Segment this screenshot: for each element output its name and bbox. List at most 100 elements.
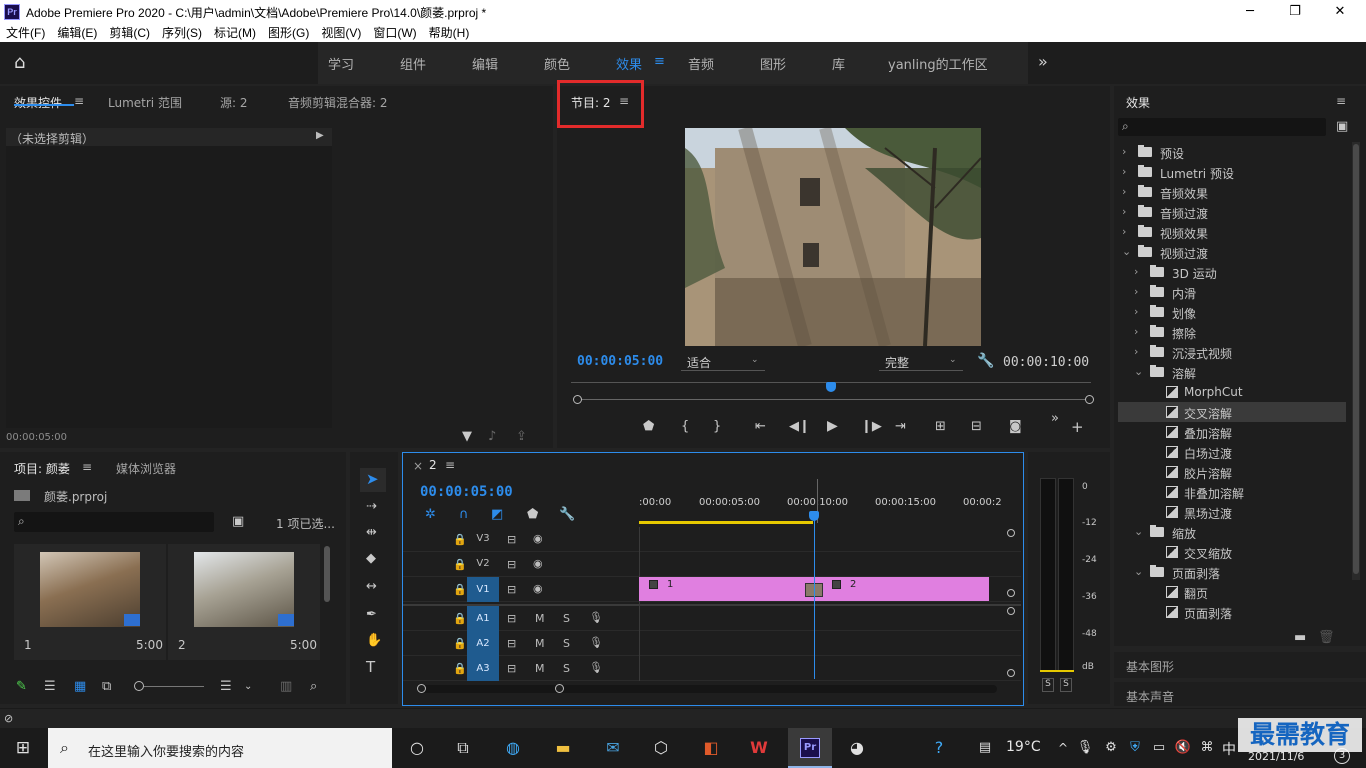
- effects-search-input[interactable]: ⌕: [1118, 118, 1326, 136]
- go-to-out-icon[interactable]: ⇥: [895, 420, 906, 434]
- h-scroll-handle-right[interactable]: [555, 684, 564, 693]
- effects-tree-item[interactable]: ⌄ 溶解: [1118, 362, 1346, 382]
- mute-button[interactable]: M: [535, 612, 545, 625]
- track-v2[interactable]: 🔒 V2 ⊟ ◉: [403, 552, 1021, 577]
- windows-start-icon[interactable]: ⊞: [10, 736, 36, 760]
- chevron-right-icon[interactable]: ›: [1122, 185, 1126, 198]
- security-icon[interactable]: ⛨: [1122, 736, 1148, 760]
- a-scroll-handle[interactable]: [1007, 669, 1015, 677]
- effects-tree-item[interactable]: › 视频效果: [1118, 222, 1346, 242]
- tab-media-browser[interactable]: 媒体浏览器: [116, 460, 176, 477]
- menu-help[interactable]: 帮助(H): [423, 24, 476, 42]
- timeline-timecode[interactable]: 00:00:05:00: [420, 484, 513, 500]
- chevron-down-icon[interactable]: ⌄: [1134, 525, 1143, 538]
- chevron-right-icon[interactable]: ›: [1134, 265, 1138, 278]
- sync-lock-icon[interactable]: ⊟: [507, 662, 516, 675]
- close-tab-icon[interactable]: ×: [413, 459, 423, 473]
- input-method-icon[interactable]: ⌘: [1194, 736, 1220, 760]
- menu-view[interactable]: 视图(V): [315, 24, 367, 42]
- chevron-right-icon[interactable]: ›: [1122, 205, 1126, 218]
- work-area-bar[interactable]: [639, 521, 813, 524]
- track-label[interactable]: A2: [467, 631, 499, 656]
- step-back-icon[interactable]: ◀❙: [789, 420, 810, 434]
- a-scroll-handle[interactable]: [1007, 607, 1015, 615]
- essential-sound-panel[interactable]: 基本声音: [1114, 682, 1366, 706]
- solo-right-button[interactable]: S: [1060, 678, 1072, 692]
- slip-tool-icon[interactable]: ↔: [366, 580, 377, 594]
- chevron-down-icon[interactable]: ⌄: [1134, 565, 1143, 578]
- hand-tool-icon[interactable]: ✋: [366, 634, 382, 648]
- effects-tree-item[interactable]: 页面剥落: [1118, 602, 1346, 622]
- close-icon[interactable]: ✕: [1330, 2, 1350, 22]
- effects-tree-item[interactable]: 非叠加溶解: [1118, 482, 1346, 502]
- timeline-h-scrollbar[interactable]: [417, 685, 997, 693]
- menu-graphics[interactable]: 图形(G): [262, 24, 315, 42]
- find-icon[interactable]: ⌕: [310, 680, 317, 694]
- tab-effects[interactable]: 效果: [1126, 94, 1150, 111]
- effects-tree-item[interactable]: › 沉浸式视频: [1118, 342, 1346, 362]
- sequence-menu-icon[interactable]: ≡: [445, 458, 455, 472]
- volume-mute-icon[interactable]: 🔇: [1170, 736, 1196, 760]
- more-buttons-icon[interactable]: »: [1051, 412, 1059, 426]
- lift-icon[interactable]: ⊞: [935, 420, 946, 434]
- effects-tree-item[interactable]: 翻页: [1118, 582, 1346, 602]
- fit-dropdown[interactable]: 适合 ⌄: [681, 354, 765, 371]
- effects-tree-item[interactable]: 黑场过渡: [1118, 502, 1346, 522]
- selection-tool-icon[interactable]: ➤: [366, 472, 379, 487]
- new-bin-icon[interactable]: ▬: [1294, 631, 1306, 645]
- h-scroll-handle-left[interactable]: [417, 684, 426, 693]
- v-scroll-handle[interactable]: [1007, 589, 1015, 597]
- expand-arrow-icon[interactable]: ▶: [316, 130, 324, 141]
- export-frame-icon[interactable]: ◙: [1009, 420, 1022, 434]
- workspace-tab-libraries[interactable]: 库: [832, 54, 845, 73]
- solo-button[interactable]: S: [563, 612, 570, 625]
- play-icon[interactable]: ▶: [827, 419, 838, 433]
- quality-dropdown[interactable]: 完整 ⌄: [879, 354, 963, 371]
- lock-icon[interactable]: 🔒: [453, 662, 467, 675]
- lock-icon[interactable]: 🔒: [453, 612, 467, 625]
- project-menu-icon[interactable]: ≡: [82, 460, 92, 474]
- mark-in-icon[interactable]: {: [681, 420, 689, 434]
- more-workspaces-icon[interactable]: »: [1038, 52, 1048, 71]
- maximize-icon[interactable]: ❐: [1285, 2, 1305, 22]
- chevron-right-icon[interactable]: ›: [1134, 345, 1138, 358]
- solo-left-button[interactable]: S: [1042, 678, 1054, 692]
- sort-icon[interactable]: ☰: [220, 680, 232, 694]
- wrench-icon[interactable]: 🔧: [977, 354, 994, 368]
- go-to-in-icon[interactable]: ⇤: [755, 420, 766, 434]
- ime-indicator[interactable]: 中: [1222, 739, 1236, 759]
- effects-tree-item[interactable]: › 划像: [1118, 302, 1346, 322]
- timeline-clip[interactable]: 2: [814, 577, 989, 601]
- program-playhead[interactable]: [826, 382, 836, 392]
- effects-tree-item[interactable]: 白场过渡: [1118, 442, 1346, 462]
- tab-source[interactable]: 源: 2: [220, 94, 248, 111]
- chevron-right-icon[interactable]: ›: [1122, 165, 1126, 178]
- tab-lumetri-scopes[interactable]: Lumetri 范围: [108, 94, 182, 111]
- delete-icon[interactable]: 🗑: [1318, 631, 1335, 645]
- microphone-icon[interactable]: 🎙: [589, 661, 603, 674]
- file-explorer-icon[interactable]: ▬: [550, 736, 576, 760]
- essential-graphics-panel[interactable]: 基本图形: [1114, 652, 1366, 678]
- ripple-edit-tool-icon[interactable]: ⇹: [366, 526, 377, 540]
- office-icon[interactable]: ◧: [698, 736, 724, 760]
- workspace-tab-learn[interactable]: 学习: [328, 54, 354, 73]
- chevron-down-icon[interactable]: ⌄: [244, 680, 252, 694]
- mute-button[interactable]: M: [535, 637, 545, 650]
- razor-tool-icon[interactable]: ◆: [366, 552, 376, 566]
- effects-tree-item[interactable]: 叠加溶解: [1118, 422, 1346, 442]
- eye-icon[interactable]: ◉: [533, 582, 543, 595]
- effects-tree-item[interactable]: 交叉缩放: [1118, 542, 1346, 562]
- track-a2[interactable]: 🔒 A2 ⊟ M S 🎙: [403, 631, 1021, 656]
- effect-controls-menu-icon[interactable]: ≡: [74, 94, 84, 108]
- add-marker-icon[interactable]: ⬟: [527, 508, 538, 522]
- list-view-icon[interactable]: ☰: [44, 680, 56, 694]
- zoom-slider-handle[interactable]: [134, 681, 144, 691]
- home-icon[interactable]: ⌂: [14, 52, 38, 74]
- workspace-menu-icon[interactable]: ≡: [654, 54, 665, 69]
- tab-audio-clip-mixer[interactable]: 音频剪辑混合器: 2: [288, 94, 388, 111]
- nest-icon[interactable]: ✲: [425, 508, 436, 522]
- effects-tree-item[interactable]: ⌄ 缩放: [1118, 522, 1346, 542]
- microphone-icon[interactable]: 🎙: [589, 636, 603, 649]
- workspace-tab-assembly[interactable]: 组件: [400, 54, 426, 73]
- battery-icon[interactable]: ▭: [1146, 736, 1172, 760]
